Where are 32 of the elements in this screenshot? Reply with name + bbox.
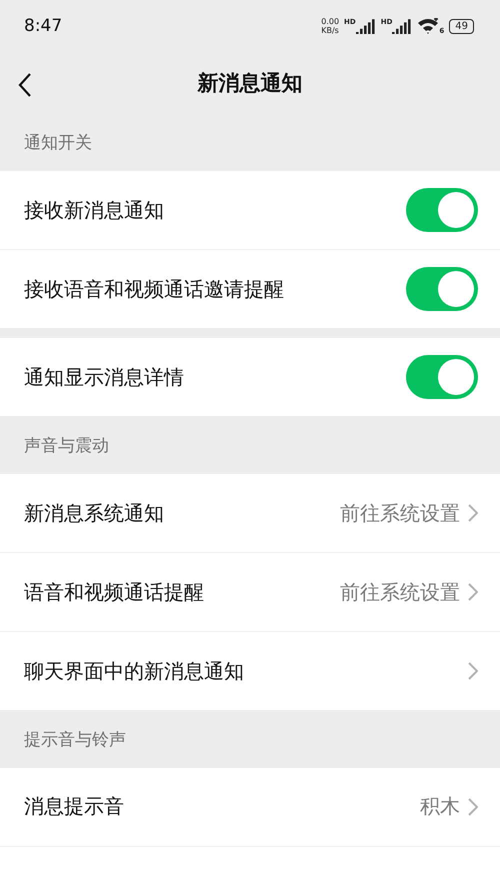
settings-row[interactable]: 新消息系统通知 前往系统设置 — [0, 474, 500, 552]
setting-value: 积木 — [420, 793, 460, 820]
toggle-switch[interactable] — [406, 267, 478, 312]
chevron-icon — [468, 662, 478, 680]
setting-label: 新消息系统通知 — [24, 500, 165, 527]
chevron-icon — [468, 798, 478, 816]
setting-label: 接收新消息通知 — [24, 196, 165, 224]
setting-value: 前往系统设置 — [340, 578, 460, 606]
toggle-switch[interactable] — [406, 188, 478, 232]
battery-level: 49 — [449, 18, 474, 34]
wifi-icon — [417, 18, 440, 34]
back-icon[interactable] — [18, 72, 32, 97]
settings-row[interactable]: 语音和视频通话提醒 前往系统设置 — [0, 552, 500, 632]
settings-row[interactable]: 聊天界面中的新消息通知 — [0, 631, 500, 710]
signal-icon — [356, 18, 376, 34]
network-speed: 0.00 — [321, 17, 340, 26]
section-title: 声音与震动 — [24, 434, 109, 457]
status-time: 8:47 — [24, 16, 62, 36]
setting-label: 接收语音和视频通话邀请提醒 — [24, 276, 285, 303]
setting-label: 语音和视频通话提醒 — [24, 578, 205, 606]
setting-value: 前往系统设置 — [340, 500, 460, 527]
section-title: 通知开关 — [24, 132, 92, 154]
setting-label: 消息提示音 — [24, 793, 125, 820]
setting-label: 聊天界面中的新消息通知 — [24, 658, 245, 685]
chevron-icon — [468, 504, 478, 522]
setting-label: 通知显示消息详情 — [24, 364, 185, 391]
toggle-switch[interactable] — [406, 355, 478, 400]
section-title: 提示音与铃声 — [24, 728, 126, 751]
network-speed-unit: KB/s — [321, 26, 340, 36]
signal-icon — [392, 18, 412, 34]
page-title: 新消息通知 — [198, 70, 302, 98]
chevron-icon — [468, 583, 478, 602]
